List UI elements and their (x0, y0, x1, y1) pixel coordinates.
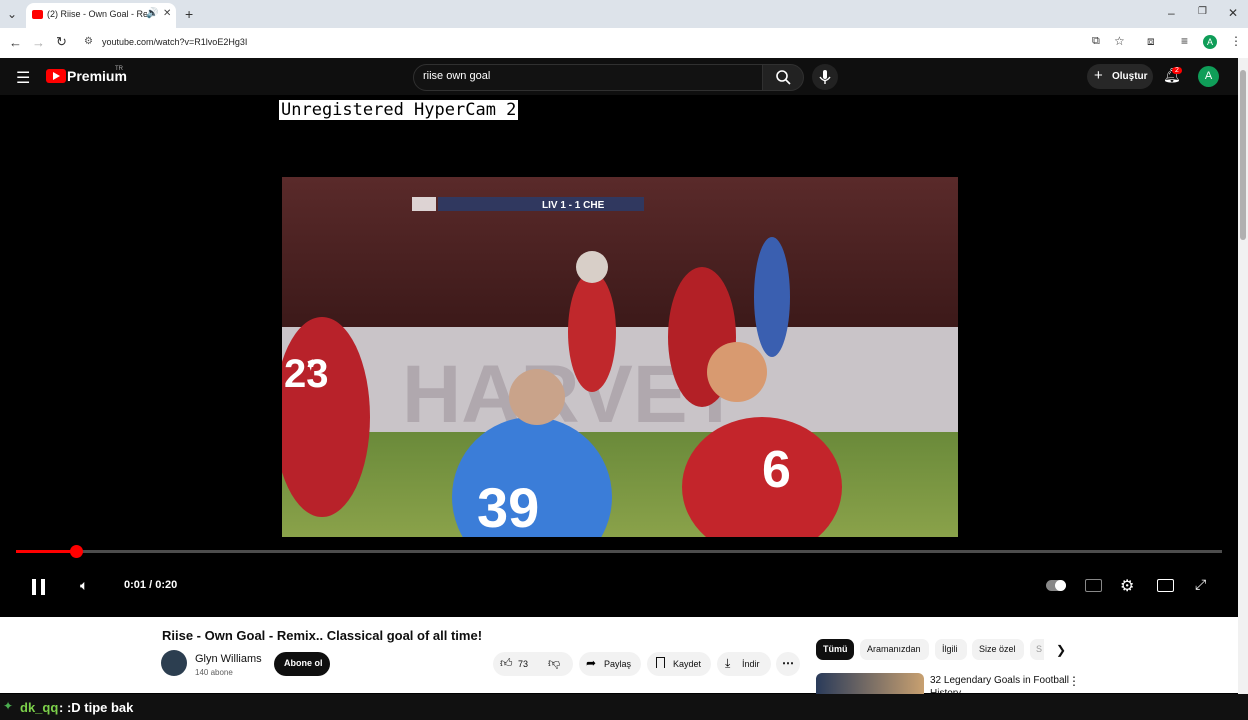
subscribe-button[interactable]: Abone ol (274, 652, 330, 676)
reload-icon[interactable]: ↻ (56, 34, 67, 50)
minimize-icon[interactable]: – (1168, 6, 1175, 20)
chip-partial[interactable]: S (1030, 639, 1044, 660)
region-label: TR (115, 66, 123, 72)
close-window-icon[interactable]: ✕ (1228, 6, 1238, 20)
channel-avatar[interactable] (161, 650, 187, 676)
search-button[interactable] (762, 64, 804, 91)
subscribe-label: Abone ol (284, 658, 323, 668)
time-separator: / (149, 579, 153, 591)
like-button[interactable]: 👍︎ (500, 656, 513, 671)
chip-for-you-label: Size özel (979, 644, 1016, 654)
autoplay-toggle[interactable] (1046, 580, 1066, 591)
sparkle-icon: ✦ (3, 699, 14, 713)
account-avatar[interactable]: A (1198, 66, 1219, 87)
chat-username: dk_qq (20, 700, 59, 715)
scrubber-handle[interactable] (70, 545, 83, 558)
time-total: 0:20 (155, 579, 178, 591)
chip-related[interactable]: İlgili (935, 639, 967, 660)
autoplay-knob (1055, 580, 1066, 591)
url-text[interactable]: youtube.com/watch?v=R1lvoE2Hg3I (102, 37, 247, 47)
browser-tab-active[interactable]: (2) Riise - Own Goal - Remi 🔊 ✕ (26, 3, 176, 28)
media-control-icon[interactable]: ≡ (1181, 34, 1188, 48)
new-tab-icon[interactable]: + (185, 6, 193, 22)
search-input[interactable]: riise own goal (423, 70, 490, 82)
save-label: Kaydet (673, 659, 702, 669)
hamburger-menu-icon[interactable]: ☰ (16, 68, 30, 88)
stream-chat-overlay (0, 694, 1248, 720)
svg-text:23: 23 (284, 352, 329, 396)
scoreboard-text: LIV 1 - 1 CHE (542, 200, 605, 211)
create-label: Oluştur (1112, 71, 1148, 82)
progress-bar-played (16, 550, 76, 553)
chip-related-label: İlgili (942, 644, 958, 654)
time-current: 0:01 (124, 579, 147, 591)
video-frame[interactable]: HARVEY 23 39 6 LIV 1 - 1 CHE (282, 177, 958, 537)
chip-for-you[interactable]: Size özel (972, 639, 1024, 660)
chrome-menu-icon[interactable]: ⋮ (1230, 34, 1242, 48)
time-display: 0:01 / 0:20 (124, 579, 177, 591)
chip-all-label: Tümü (823, 644, 848, 654)
pause-button[interactable] (30, 578, 48, 601)
share-label: Paylaş (604, 659, 632, 669)
profile-avatar[interactable]: A (1203, 35, 1217, 49)
channel-name[interactable]: Glyn Williams (195, 653, 262, 665)
plus-icon: + (1094, 67, 1103, 84)
more-horizontal-icon: ⋯ (782, 656, 794, 670)
more-actions-button[interactable]: ⋯ (776, 652, 800, 676)
related-more-icon[interactable]: ⋮ (1068, 674, 1080, 688)
microphone-icon (819, 70, 831, 84)
chips-next-chevron-icon[interactable]: ❯ (1056, 643, 1066, 657)
subscriber-count: 140 abone (195, 668, 233, 677)
page-scrollbar-thumb[interactable] (1240, 70, 1246, 240)
theater-mode-icon[interactable] (1157, 579, 1174, 592)
chip-all[interactable]: Tümü (816, 639, 854, 660)
share-button[interactable]: ➦ Paylaş (579, 652, 641, 676)
extensions-icon[interactable]: ⧈ (1147, 34, 1155, 49)
svg-text:6: 6 (762, 441, 791, 499)
back-icon[interactable]: ← (9, 35, 22, 50)
dislike-button[interactable]: 👎︎ (548, 656, 560, 671)
thumbs-down-icon: 👎︎ (548, 656, 561, 670)
chat-message: : :D tipe bak (59, 700, 134, 715)
site-info-icon[interactable]: ⚙ (84, 36, 93, 47)
forward-icon[interactable]: → (32, 35, 45, 50)
search-icon (776, 70, 791, 85)
tab-audio-icon[interactable]: 🔊 (146, 8, 158, 19)
bookmark-star-icon[interactable]: ☆ (1114, 34, 1125, 48)
pause-icon (32, 579, 45, 595)
download-icon: ⤓ (725, 656, 731, 670)
restore-icon[interactable]: ❐ (1198, 6, 1207, 17)
related-thumbnail[interactable] (816, 673, 924, 694)
create-button[interactable]: + Oluştur (1087, 64, 1153, 89)
tab-close-icon[interactable]: ✕ (163, 8, 171, 19)
subtitles-icon[interactable] (1085, 579, 1102, 592)
related-title-line-1: 32 Legendary Goals in Football (930, 675, 1069, 686)
save-button[interactable]: Kaydet (647, 652, 711, 676)
svg-text:39: 39 (477, 476, 539, 537)
tab-title: (2) Riise - Own Goal - Remi (47, 9, 147, 19)
youtube-favicon-icon (32, 10, 43, 19)
video-still-image: HARVEY 23 39 6 LIV 1 - 1 CHE (282, 177, 958, 537)
chip-partial-label: S (1036, 644, 1043, 654)
tab-search-chevron-icon[interactable]: ⌄ (7, 7, 17, 21)
volume-icon[interactable]: 🔈︎ (80, 577, 88, 594)
settings-gear-icon[interactable]: ⚙ (1120, 576, 1134, 596)
share-arrow-icon: ➦ (586, 656, 597, 670)
video-title: Riise - Own Goal - Remix.. Classical goa… (162, 628, 483, 643)
chip-from-search-label: Aramanızdan (867, 644, 921, 654)
install-app-icon[interactable]: ⧉ (1092, 35, 1100, 48)
download-label: İndir (742, 659, 760, 669)
fullscreen-icon[interactable]: ⤢ (1195, 576, 1206, 593)
download-button[interactable]: ⤓ İndir (717, 652, 771, 676)
progress-bar[interactable] (16, 550, 1222, 553)
youtube-logo-icon[interactable] (46, 69, 66, 83)
thumbs-up-icon: 👍︎ (500, 656, 513, 670)
notification-badge: 2 (1172, 67, 1182, 74)
like-count: 73 (518, 659, 529, 669)
voice-search-button[interactable] (812, 64, 838, 90)
bookmark-icon (656, 657, 665, 668)
hypercam-watermark: Unregistered HyperCam 2 (279, 100, 519, 120)
chip-from-search[interactable]: Aramanızdan (860, 639, 929, 660)
